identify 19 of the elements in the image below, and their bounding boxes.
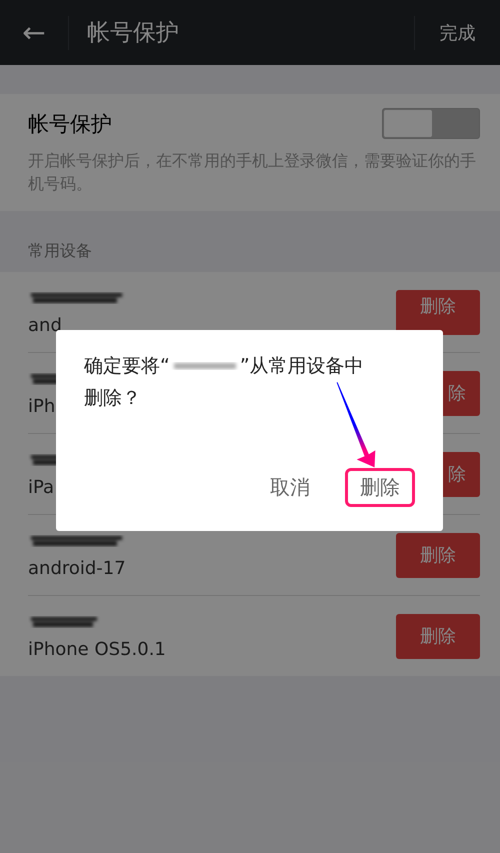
device-name: android-17	[28, 558, 127, 578]
device-name: and	[28, 314, 63, 336]
delete-button[interactable]: 删除	[396, 290, 480, 334]
delete-button[interactable]: 删除	[396, 532, 480, 578]
dialog-message: ”从常用设备中	[240, 354, 364, 379]
toggle-switch[interactable]	[382, 108, 480, 139]
section-header: 常用设备	[27, 240, 93, 262]
setting-label: 帐号保护	[28, 110, 112, 138]
back-button[interactable]: ←	[0, 16, 68, 49]
dialog-button[interactable]: 取消	[255, 468, 325, 507]
highlighted-dialog-button[interactable]: 删除	[345, 468, 415, 507]
dialog-message: 确定要将“	[84, 354, 170, 379]
done-button[interactable]: 完成	[415, 20, 500, 44]
delete-button[interactable]: 删除	[396, 614, 480, 658]
device-name: iPa	[28, 476, 56, 498]
device-name: iPhone OS5.0.1	[28, 638, 166, 660]
dialog-message: 删除？	[84, 386, 141, 411]
page-title: 帐号保护	[87, 19, 180, 48]
device-name: iPh	[28, 396, 56, 416]
